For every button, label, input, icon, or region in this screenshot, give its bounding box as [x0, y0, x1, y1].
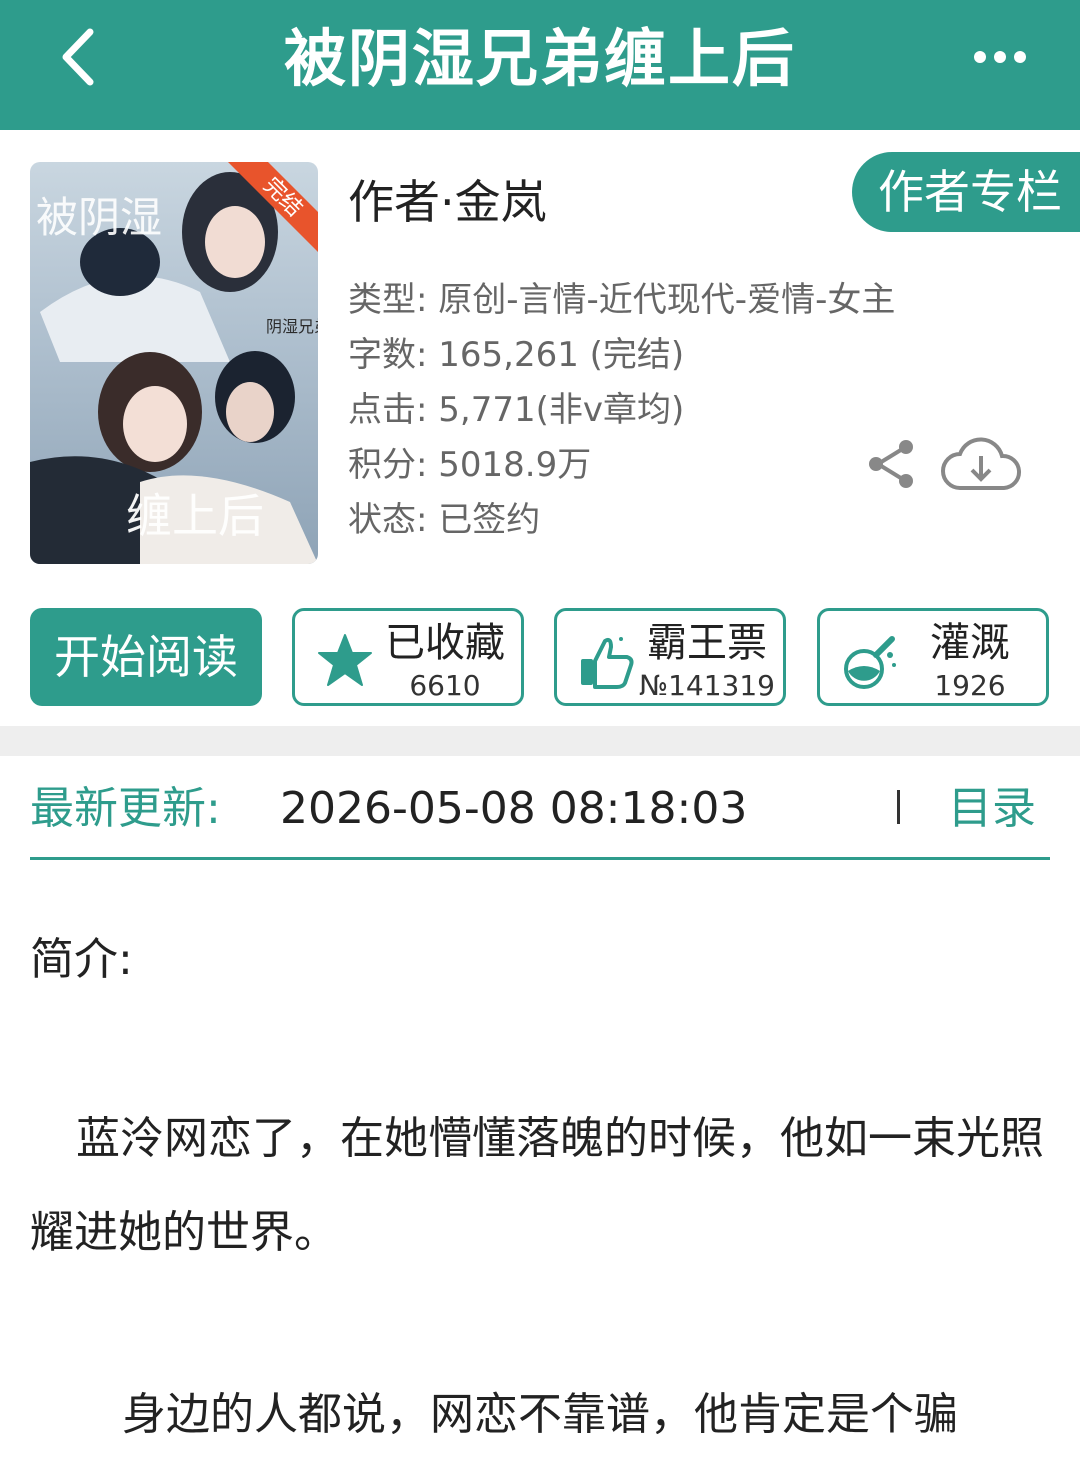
- book-cover[interactable]: 被阴湿 缠上后 阴湿兄弟 完结: [30, 162, 318, 564]
- meta-status: 状态: 已签约: [348, 500, 541, 540]
- download-button[interactable]: [940, 436, 1022, 494]
- meta-genre: 类型: 原创-言情-近代现代-爱情-女主: [348, 280, 896, 320]
- water-count: 1926: [934, 669, 1006, 702]
- flask-icon: [844, 636, 896, 689]
- author-name[interactable]: 作者·金岚: [348, 170, 547, 234]
- table-of-contents-link[interactable]: 目录: [948, 778, 1036, 840]
- vote-label: 霸王票: [647, 620, 767, 666]
- page-title: 被阴湿兄弟缠上后: [283, 22, 796, 95]
- favorite-label: 已收藏: [385, 620, 505, 666]
- vote-count: №141319: [638, 669, 775, 702]
- author-column-button[interactable]: 作者专栏: [852, 152, 1080, 232]
- latest-update-label: 最新更新:: [30, 783, 221, 834]
- section-separator: [0, 726, 1080, 756]
- meta-words: 字数: 165,261 (完结): [348, 335, 685, 375]
- meta-points: 积分: 5018.9万: [348, 445, 592, 485]
- cloud-download-icon: [941, 437, 1021, 490]
- cover-small-text: 阴湿兄弟: [266, 317, 318, 336]
- intro-paragraph: 身边的人都说，网恋不靠谱，他肯定是个骗: [122, 1389, 958, 1440]
- water-button[interactable]: 灌溉 1926: [817, 608, 1049, 706]
- favorite-button[interactable]: 已收藏 6610: [292, 608, 524, 706]
- update-underline: [30, 857, 1050, 860]
- svg-text:缠上后: 缠上后: [126, 489, 264, 543]
- intro-label: 简介:: [30, 934, 133, 985]
- share-icon: [869, 440, 913, 488]
- meta-clicks: 点击: 5,771(非v章均): [348, 390, 685, 430]
- vote-button[interactable]: 霸王票 №141319: [554, 608, 786, 706]
- share-button[interactable]: [866, 438, 916, 490]
- more-button[interactable]: [972, 40, 1028, 74]
- more-dots-icon: [974, 51, 1026, 63]
- start-reading-button[interactable]: 开始阅读: [30, 608, 262, 706]
- thumbs-up-icon: [581, 637, 634, 689]
- top-bar: 被阴湿兄弟缠上后: [0, 0, 1080, 130]
- intro-paragraph: 蓝泠网恋了，在她懵懂落魄的时候，他如一束光照耀进她的世界。: [30, 1113, 1044, 1258]
- star-icon: [318, 634, 372, 686]
- water-label: 灌溉: [930, 620, 1010, 666]
- svg-text:被阴湿: 被阴湿: [36, 193, 162, 242]
- latest-update-datetime[interactable]: 2026-05-08 08:18:03: [280, 778, 747, 840]
- favorite-count: 6610: [409, 669, 481, 702]
- divider: [897, 790, 900, 824]
